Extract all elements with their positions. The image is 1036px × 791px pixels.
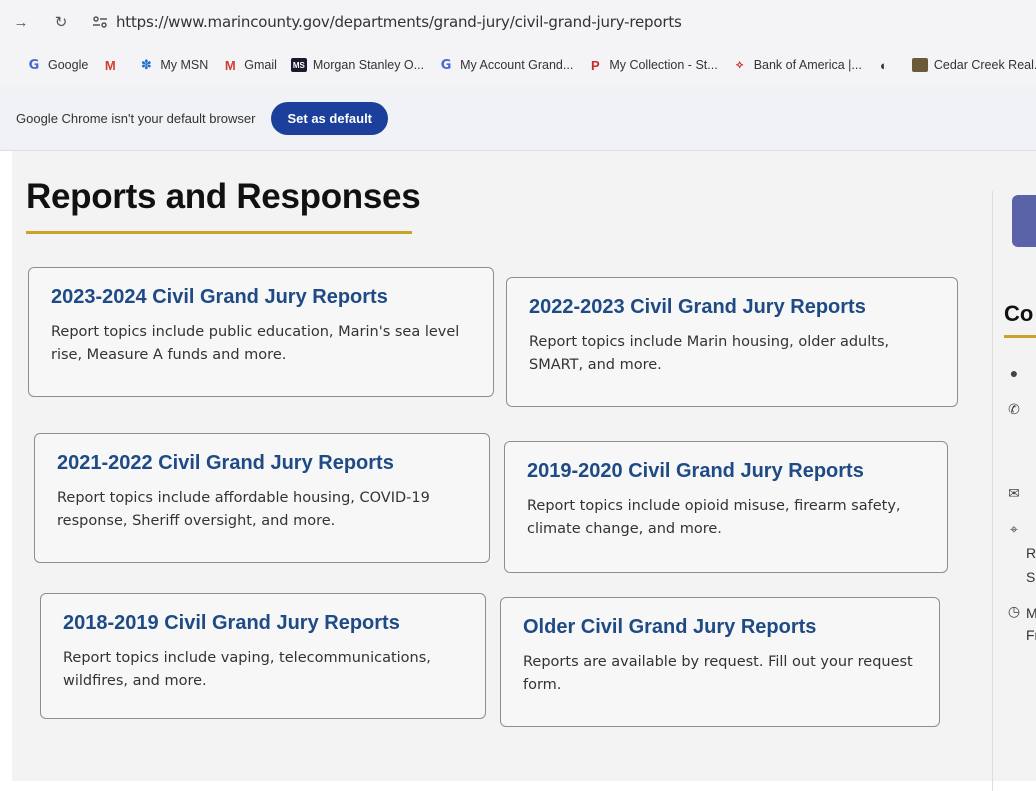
infobar-message: Google Chrome isn't your default browser (16, 110, 256, 126)
google-icon: G (28, 57, 40, 73)
bookmark-my-account-grand[interactable]: G My Account Grand... (438, 57, 574, 73)
bookmark-my-collection[interactable]: P My Collection - St... (587, 57, 718, 73)
reload-icon[interactable]: ↻ (52, 13, 70, 31)
report-card-2021-2022[interactable]: 2021-2022 Civil Grand Jury Reports Repor… (34, 433, 490, 563)
card-description: Report topics include vaping, telecommun… (63, 650, 431, 689)
phone-icon: ✆ (1008, 401, 1020, 417)
hours-line-2: Fr (1026, 627, 1036, 643)
report-card-2018-2019[interactable]: 2018-2019 Civil Grand Jury Reports Repor… (40, 593, 486, 719)
email-icon: ✉ (1008, 485, 1020, 501)
site-info-icon[interactable] (92, 15, 108, 29)
address-line-3: S (1026, 569, 1036, 585)
bookmark-bank-of-america[interactable]: ⟡ Bank of America |... (732, 57, 862, 73)
card-title-link[interactable]: 2022-2023 Civil Grand Jury Reports (529, 296, 935, 319)
page-content: Reports and Responses 2023-2024 Civil Gr… (12, 151, 1036, 791)
card-description: Reports are available by request. Fill o… (523, 654, 913, 693)
bookmark-gmail-icon-only[interactable]: M (102, 57, 124, 73)
sidebar-heading: Co (1004, 301, 1034, 326)
default-browser-infobar: Google Chrome isn't your default browser… (0, 86, 1036, 151)
forward-icon[interactable]: → (12, 14, 30, 31)
card-title-link[interactable]: 2021-2022 Civil Grand Jury Reports (57, 452, 467, 475)
cedar-creek-icon (911, 58, 928, 72)
bookmark-cedar-creek[interactable]: Cedar Creek Real... (911, 58, 1036, 72)
title-underline (26, 231, 412, 234)
page-title: Reports and Responses (26, 177, 421, 216)
person-icon: ● (1009, 365, 1019, 381)
globe-icon: ◐ (879, 57, 888, 73)
gmail-icon: M (104, 57, 116, 73)
sidebar-heading-underline (1004, 335, 1036, 338)
sidebar-divider (992, 191, 993, 791)
url-field[interactable]: https://www.marincounty.gov/departments/… (116, 13, 682, 31)
card-title-link[interactable]: 2019-2020 Civil Grand Jury Reports (527, 460, 925, 483)
card-description: Report topics include opioid misuse, fir… (527, 498, 901, 537)
bookmark-globe[interactable]: ◐ (876, 57, 898, 73)
card-description: Report topics include Marin housing, old… (529, 334, 890, 373)
set-as-default-button[interactable]: Set as default (271, 101, 389, 135)
google-icon: G (440, 57, 452, 73)
bookmark-morgan-stanley[interactable]: MS Morgan Stanley O... (290, 58, 424, 72)
morgan-stanley-icon: MS (290, 58, 307, 72)
bookmarks-bar: G Google M ✽ My MSN M Gmail MS Morgan Stanle… (0, 44, 1036, 87)
location-pin-icon: ⌖ (1010, 521, 1018, 537)
clock-icon: ◷ (1007, 603, 1021, 619)
report-card-2022-2023[interactable]: 2022-2023 Civil Grand Jury Reports Repor… (506, 277, 958, 407)
report-card-older[interactable]: Older Civil Grand Jury Reports Reports a… (500, 597, 940, 727)
card-title-link[interactable]: Older Civil Grand Jury Reports (523, 616, 917, 639)
report-card-2023-2024[interactable]: 2023-2024 Civil Grand Jury Reports Repor… (28, 267, 494, 397)
card-title-link[interactable]: 2023-2024 Civil Grand Jury Reports (51, 286, 471, 309)
card-title-link[interactable]: 2018-2019 Civil Grand Jury Reports (63, 612, 463, 635)
sidebar-action-button[interactable] (1012, 195, 1036, 247)
browser-address-bar: → ↻ https://www.marincounty.gov/departme… (0, 0, 1036, 44)
bookmark-gmail[interactable]: M Gmail (222, 57, 277, 73)
address-line-2: R (1026, 545, 1036, 561)
card-description: Report topics include public education, … (51, 324, 460, 363)
hours-line-1: M (1026, 605, 1036, 621)
bookmark-my-msn[interactable]: ✽ My MSN (138, 57, 208, 73)
card-description: Report topics include affordable housing… (57, 490, 430, 529)
pinterest-icon: P (590, 57, 600, 73)
report-card-2019-2020[interactable]: 2019-2020 Civil Grand Jury Reports Repor… (504, 441, 948, 573)
bookmark-google[interactable]: G Google (26, 57, 89, 73)
gmail-icon: M (224, 57, 236, 73)
bank-of-america-icon: ⟡ (736, 58, 744, 71)
msn-butterfly-icon: ✽ (140, 57, 152, 72)
